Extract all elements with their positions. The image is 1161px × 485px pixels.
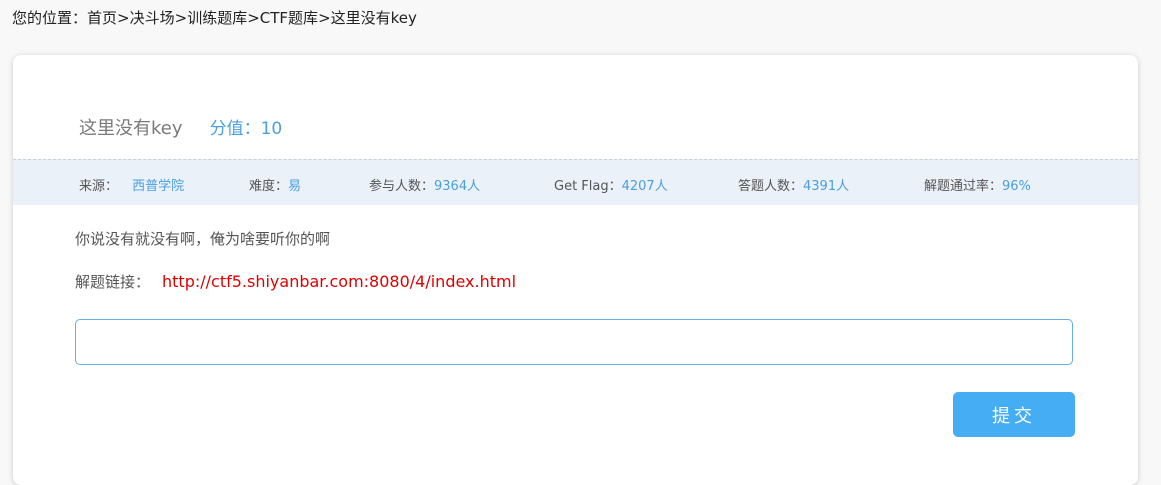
- breadcrumb-prefix: 您的位置：: [12, 9, 88, 27]
- challenge-description: 你说没有就没有啊，俺为啥要听你的啊: [75, 230, 331, 248]
- breadcrumb: 您的位置：首页>决斗场>训练题库>CTF题库>这里没有key: [12, 7, 417, 28]
- stat-difficulty-value: 易: [288, 179, 302, 194]
- stat-source-value: 西普学院: [132, 179, 185, 194]
- stat-passrate: 解题通过率：96%: [924, 175, 1031, 194]
- stat-source: 来源： 西普学院: [79, 175, 184, 194]
- answer-input[interactable]: [75, 319, 1073, 365]
- breadcrumb-current: 这里没有key: [330, 9, 417, 27]
- stat-getflag-label: Get Flag：: [554, 179, 622, 194]
- breadcrumb-separator: >: [117, 9, 130, 27]
- stat-difficulty-label: 难度：: [249, 179, 289, 194]
- stat-answered: 答题人数：4391人: [738, 175, 849, 194]
- breadcrumb-separator: >: [247, 9, 260, 27]
- breadcrumb-home[interactable]: 首页: [87, 9, 117, 27]
- challenge-header: 这里没有key 分值：10: [79, 114, 282, 140]
- stat-passrate-label: 解题通过率：: [924, 179, 1003, 194]
- challenge-score: 分值：10: [210, 119, 283, 139]
- stat-getflag: Get Flag：4207人: [554, 175, 668, 194]
- breadcrumb-separator: >: [174, 9, 188, 27]
- challenge-card: 这里没有key 分值：10 来源： 西普学院 难度：易 参与人数：9364人 G…: [13, 55, 1138, 485]
- stat-answered-value: 4391人: [803, 179, 850, 194]
- stat-participants: 参与人数：9364人: [369, 175, 480, 194]
- stat-source-label: 来源：: [79, 179, 119, 194]
- score-label: 分值：: [209, 119, 261, 139]
- solution-link-label: 解题链接：: [75, 273, 151, 291]
- score-value: 10: [260, 119, 283, 139]
- challenge-title: 这里没有key: [79, 118, 183, 139]
- solution-link[interactable]: http://ctf5.shiyanbar.com:8080/4/index.h…: [162, 272, 516, 291]
- stat-passrate-value: 96%: [1002, 179, 1031, 194]
- stat-difficulty: 难度：易: [249, 175, 301, 194]
- stat-participants-value: 9364人: [434, 179, 481, 194]
- stat-participants-label: 参与人数：: [369, 179, 435, 194]
- submit-button[interactable]: 提交: [953, 392, 1075, 437]
- breadcrumb-separator: >: [318, 9, 331, 27]
- breadcrumb-arena[interactable]: 决斗场: [130, 9, 175, 27]
- stats-bar: 来源： 西普学院 难度：易 参与人数：9364人 Get Flag：4207人 …: [13, 159, 1138, 205]
- breadcrumb-ctf[interactable]: CTF题库: [260, 9, 318, 27]
- stat-getflag-value: 4207人: [621, 179, 668, 194]
- solution-link-row: 解题链接： http://ctf5.shiyanbar.com:8080/4/in…: [75, 271, 516, 292]
- breadcrumb-training[interactable]: 训练题库: [187, 9, 247, 27]
- stat-answered-label: 答题人数：: [738, 179, 804, 194]
